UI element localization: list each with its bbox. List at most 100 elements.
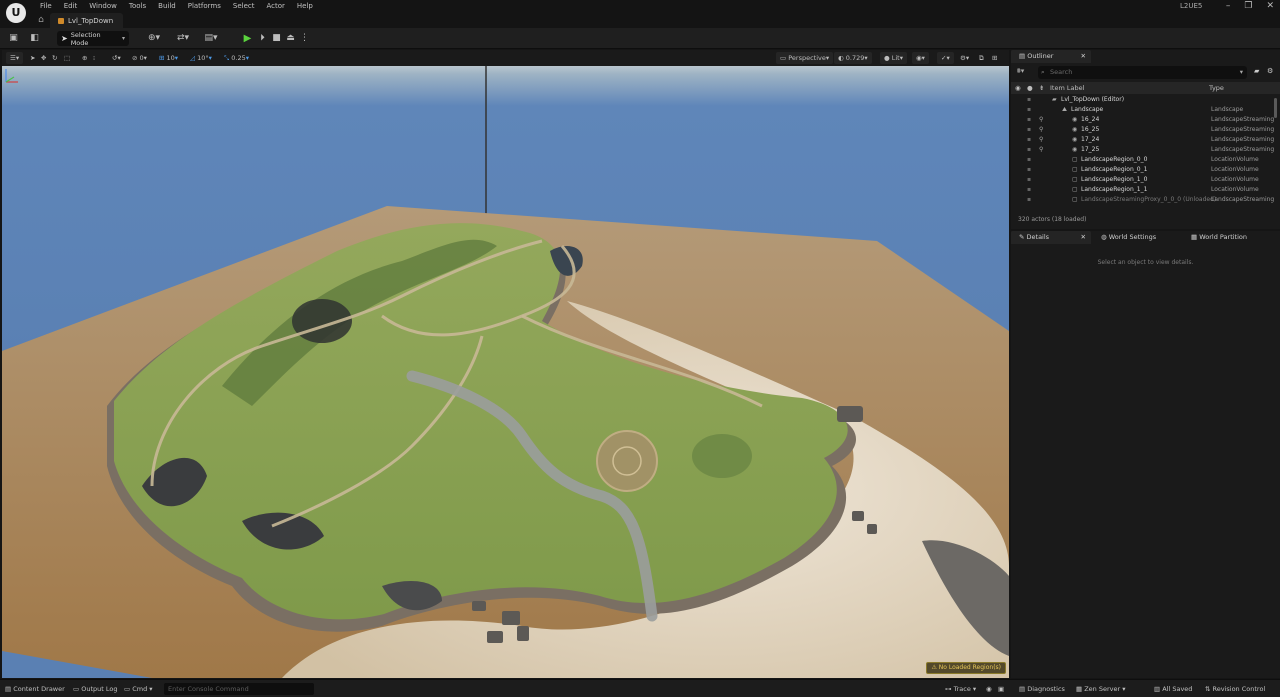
details-tab[interactable]: ✎ Details ✕ (1011, 231, 1091, 244)
no-loaded-regions-notice[interactable]: ⚠ No Loaded Region(s) (926, 662, 1006, 674)
home-icon[interactable]: ⌂ (35, 14, 47, 26)
close-icon[interactable]: ✕ (1266, 0, 1274, 12)
more-options-icon[interactable]: ⋮ (300, 32, 309, 45)
outliner-row[interactable]: ▪ ▢ LandscapeRegion_1_0 LocationVolume (1011, 175, 1273, 185)
add-actor-icon[interactable]: ⊕▾ (144, 32, 164, 45)
visibility-column-icon[interactable]: ◉ (1015, 82, 1021, 94)
surface-snap-icon[interactable]: ⁝ (93, 52, 95, 64)
menu-tools[interactable]: Tools (123, 1, 152, 12)
minimize-icon[interactable]: – (1226, 0, 1231, 12)
lit-dropdown[interactable]: ● Lit▾ (880, 52, 907, 64)
scale-tool-icon[interactable]: ⬚ (64, 52, 70, 64)
pin-icon[interactable]: ⚲ (1039, 125, 1043, 135)
close-tab-icon[interactable]: ✕ (1081, 50, 1086, 63)
record-icon[interactable]: ◉ (986, 683, 992, 695)
play-icon[interactable]: ▶ (242, 32, 253, 45)
perspective-dropdown[interactable]: ▭ Perspective▾ (776, 52, 834, 64)
pin-icon[interactable]: ⚲ (1039, 135, 1043, 145)
close-tab-icon[interactable]: ✕ (1081, 231, 1086, 244)
step-icon[interactable]: ⏵ (257, 32, 268, 45)
visibility-toggle-icon[interactable]: ▪ (1027, 175, 1031, 185)
performance-icon[interactable]: ✓▾ (937, 52, 954, 64)
visibility-toggle-icon[interactable]: ▪ (1027, 145, 1031, 155)
outliner-row[interactable]: ▪ ▢ LandscapeStreamingProxy_0_0_0 (Unloade… (1011, 195, 1274, 205)
eject-icon[interactable]: ⏏ (285, 32, 296, 45)
level-viewport[interactable]: ⚠ No Loaded Region(s) (2, 66, 1009, 678)
world-space-icon[interactable]: ⊕ (82, 52, 87, 64)
menu-window[interactable]: Window (83, 1, 123, 12)
refresh-icon[interactable]: ↺▾ (112, 52, 121, 64)
show-flags-icon[interactable]: ◉▾ (912, 52, 929, 64)
save-icon[interactable]: ▣ (8, 32, 19, 45)
visibility-toggle-icon[interactable]: ▪ (1027, 195, 1031, 205)
zen-server-button[interactable]: ▦ Zen Server ▾ (1076, 683, 1126, 695)
item-label-column[interactable]: Item Label (1050, 82, 1084, 94)
selection-mode-dropdown[interactable]: ➤ Selection Mode ▾ (57, 31, 129, 47)
filter-icon[interactable]: ⩩▾ (1017, 67, 1024, 76)
outliner-row[interactable]: ▪ ⚲ ◉ 16_24 LandscapeStreaming (1011, 115, 1274, 125)
menu-select[interactable]: Select (227, 1, 261, 12)
menu-build[interactable]: Build (152, 1, 182, 12)
outliner-scrollbar[interactable] (1274, 98, 1277, 118)
angle-snap-toggle[interactable]: ◿ 10°▾ (190, 52, 212, 64)
visibility-toggle-icon[interactable]: ▪ (1027, 135, 1031, 145)
outliner-row[interactable]: ▪ ▢ LandscapeRegion_1_1 LocationVolume (1011, 185, 1273, 195)
unreal-logo-icon[interactable]: U (6, 3, 26, 23)
world-partition-tab[interactable]: ▦ World Partition (1183, 231, 1273, 244)
maximize-viewport-icon[interactable]: ⧉ (979, 52, 984, 64)
blueprint-icon[interactable]: ⇄▾ (173, 32, 193, 45)
outliner-row[interactable]: ▪ ⚲ ◉ 17_24 LandscapeStreaming (1011, 135, 1274, 145)
layout-icon[interactable]: ⊞ (992, 52, 997, 64)
outliner-row[interactable]: ▪ ▢ LandscapeRegion_0_0 LocationVolume (1011, 155, 1273, 165)
output-log-button[interactable]: ▭ Output Log (73, 683, 117, 695)
visibility-toggle-icon[interactable]: ▪ (1027, 155, 1031, 165)
pin-column-icon[interactable]: ⇟ (1039, 82, 1044, 94)
outliner-settings-icon[interactable]: ⚙ (1267, 67, 1273, 75)
trace-button[interactable]: ⊶ Trace ▾ (945, 683, 976, 695)
grid-snap-toggle[interactable]: ⊞ 10▾ (159, 52, 178, 64)
console-command-input[interactable]: Enter Console Command (164, 683, 314, 695)
viewport-menu-icon[interactable]: ☰▾ (6, 52, 24, 64)
cinematics-icon[interactable]: ▤▾ (201, 32, 221, 45)
all-saved-button[interactable]: ▥ All Saved (1154, 683, 1192, 695)
maximize-icon[interactable]: ❐ (1244, 0, 1252, 12)
menu-file[interactable]: File (34, 1, 58, 12)
content-drawer-button[interactable]: ▤ Content Drawer (5, 683, 65, 695)
visibility-toggle-icon[interactable]: ▪ (1027, 95, 1031, 105)
select-tool-icon[interactable]: ➤ (30, 52, 35, 64)
visibility-toggle-icon[interactable]: ▪ (1027, 105, 1031, 115)
cmd-dropdown[interactable]: ▭ Cmd ▾ (124, 683, 153, 695)
type-column[interactable]: Type (1209, 82, 1224, 94)
diagnostics-button[interactable]: ▤ Diagnostics (1019, 683, 1065, 695)
scale-snap-toggle[interactable]: ⤡ 0.25▾ (224, 52, 249, 64)
outliner-tab[interactable]: ▤ Outliner ✕ (1011, 50, 1091, 63)
stop-icon[interactable]: ■ (271, 32, 282, 45)
add-folder-icon[interactable]: ▰ (1254, 67, 1259, 75)
rotate-tool-icon[interactable]: ↻ (52, 52, 57, 64)
camera-speed-dropdown[interactable]: ◐ 0.729▾ (834, 52, 872, 64)
pin-icon[interactable]: ⚲ (1039, 145, 1043, 155)
menu-edit[interactable]: Edit (58, 1, 84, 12)
move-tool-icon[interactable]: ✥ (41, 52, 46, 64)
outliner-row[interactable]: ▪ ▢ LandscapeRegion_0_1 LocationVolume (1011, 165, 1273, 175)
menu-platforms[interactable]: Platforms (182, 1, 227, 12)
menu-help[interactable]: Help (291, 1, 319, 12)
outliner-search-input[interactable]: ⌕ Search ▾ (1038, 66, 1247, 79)
source-control-icon[interactable]: ◧ (29, 32, 40, 45)
visibility-toggle-icon[interactable]: ▪ (1027, 185, 1031, 195)
outliner-row[interactable]: ▪ ⚲ ◉ 16_25 LandscapeStreaming (1011, 125, 1274, 135)
pin-icon[interactable]: ⚲ (1039, 115, 1043, 125)
lock-column-icon[interactable]: ● (1027, 82, 1033, 94)
revision-control-button[interactable]: ⇅ Revision Control (1205, 683, 1265, 695)
world-settings-tab[interactable]: ◍ World Settings (1093, 231, 1181, 244)
level-tab[interactable]: Lvl_TopDown (50, 13, 124, 28)
outliner-row[interactable]: ▪ ⚲ ◉ 17_25 LandscapeStreaming (1011, 145, 1274, 155)
visibility-toggle-icon[interactable]: ▪ (1027, 165, 1031, 175)
visibility-toggle-icon[interactable]: ▪ (1027, 125, 1031, 135)
outliner-row[interactable]: ▪ ⛰ Landscape Landscape (1011, 105, 1273, 115)
visibility-toggle-icon[interactable]: ▪ (1027, 115, 1031, 125)
menu-actor[interactable]: Actor (261, 1, 291, 12)
rotate-snap-toggle[interactable]: ⊘ 0▾ (132, 52, 147, 64)
camera-icon[interactable]: ▣ (998, 683, 1004, 695)
outliner-row[interactable]: ▪ ▰ Lvl_TopDown (Editor) (1011, 95, 1273, 105)
